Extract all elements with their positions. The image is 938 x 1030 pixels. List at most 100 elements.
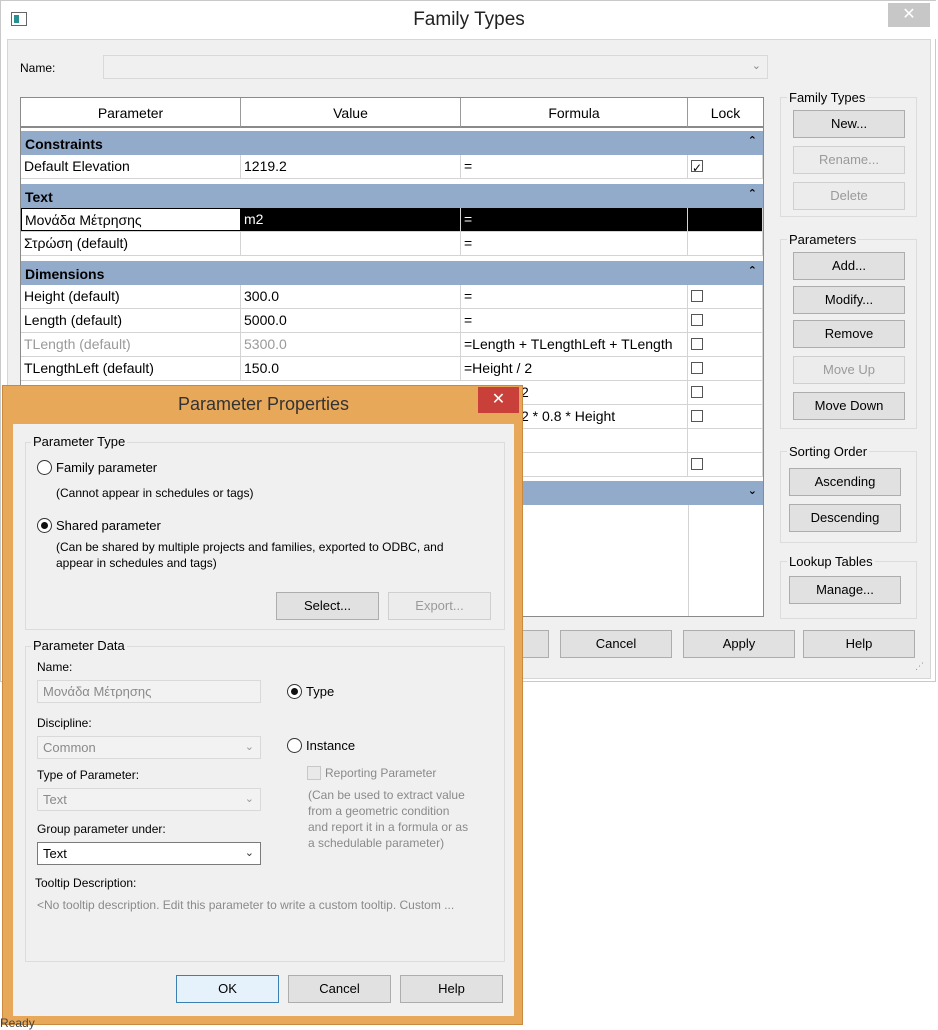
group-name: Constraints xyxy=(25,136,103,152)
group-header-constraints[interactable]: Constraints ⌃ xyxy=(21,131,763,155)
table-row[interactable]: TLength (default) 5300.0 =Length + TLeng… xyxy=(21,333,763,357)
formula-cell[interactable]: =Length + TLengthLeft + TLength xyxy=(461,333,688,356)
instance-label[interactable]: Instance xyxy=(306,738,355,753)
type-name-dropdown[interactable]: ⌄ xyxy=(103,55,768,79)
help-button[interactable]: Help xyxy=(400,975,503,1003)
column-header-parameter[interactable]: Parameter xyxy=(21,98,241,128)
formula-cell[interactable]: = xyxy=(461,309,688,332)
tooltip-description[interactable]: <No tooltip description. Edit this param… xyxy=(37,898,493,912)
table-row[interactable]: Default Elevation 1219.2 = xyxy=(21,155,763,179)
tooltip-label: Tooltip Description: xyxy=(35,876,137,890)
instance-radio[interactable] xyxy=(287,738,302,753)
discipline-dropdown[interactable]: Common ⌄ xyxy=(37,736,261,759)
lock-cell[interactable] xyxy=(688,453,763,476)
lock-cell[interactable] xyxy=(688,309,763,332)
column-header-value[interactable]: Value xyxy=(241,98,461,128)
ok-button-partial[interactable] xyxy=(521,630,549,658)
formula-cell[interactable]: =Height / 2 xyxy=(461,357,688,380)
lock-cell[interactable] xyxy=(688,285,763,308)
lock-checkbox[interactable] xyxy=(691,386,703,398)
shared-parameter-note-1: (Can be shared by multiple projects and … xyxy=(56,540,444,554)
lock-checkbox[interactable] xyxy=(691,157,703,178)
resize-grip-icon[interactable]: ⋰ xyxy=(915,661,924,672)
ascending-button[interactable]: Ascending xyxy=(789,468,901,496)
close-button[interactable]: ✕ xyxy=(888,3,930,27)
group-under-value: Text xyxy=(43,846,67,861)
lock-checkbox[interactable] xyxy=(691,290,703,302)
descending-button[interactable]: Descending xyxy=(789,504,901,532)
cancel-button[interactable]: Cancel xyxy=(560,630,672,658)
cancel-button[interactable]: Cancel xyxy=(288,975,391,1003)
parameter-name-field[interactable]: Μονάδα Μέτρησης xyxy=(37,680,261,703)
move-down-button[interactable]: Move Down xyxy=(793,392,905,420)
column-header-lock[interactable]: Lock xyxy=(688,98,763,128)
parameter-cell[interactable]: Στρώση (default) xyxy=(21,232,241,255)
column-header-formula[interactable]: Formula xyxy=(461,98,688,128)
group-header-dimensions[interactable]: Dimensions ⌃ xyxy=(21,261,763,285)
remove-parameter-button[interactable]: Remove xyxy=(793,320,905,348)
lock-cell[interactable] xyxy=(688,381,763,404)
lock-checkbox[interactable] xyxy=(691,338,703,350)
collapse-icon[interactable]: ⌃ xyxy=(748,128,757,154)
shared-parameter-label[interactable]: Shared parameter xyxy=(56,518,161,533)
parameter-cell[interactable]: Length (default) xyxy=(21,309,241,332)
lock-checkbox[interactable] xyxy=(691,410,703,422)
manage-lookup-button[interactable]: Manage... xyxy=(789,576,901,604)
formula-cell[interactable]: = xyxy=(461,285,688,308)
dialog-close-button[interactable]: ✕ xyxy=(478,387,519,413)
lock-cell[interactable] xyxy=(688,155,763,178)
apply-button[interactable]: Apply xyxy=(683,630,795,658)
value-cell[interactable]: 1219.2 xyxy=(241,155,461,178)
formula-cell[interactable]: = xyxy=(461,232,688,255)
type-of-parameter-dropdown[interactable]: Text ⌄ xyxy=(37,788,261,811)
lock-cell[interactable] xyxy=(688,333,763,356)
select-button[interactable]: Select... xyxy=(276,592,379,620)
value-cell[interactable]: 5300.0 xyxy=(241,333,461,356)
formula-cell[interactable]: = xyxy=(461,155,688,178)
dialog-body: Parameter Type Family parameter (Cannot … xyxy=(13,424,514,1016)
lock-checkbox[interactable] xyxy=(691,362,703,374)
lock-cell xyxy=(688,232,763,255)
help-button[interactable]: Help xyxy=(803,630,915,658)
shared-parameter-radio[interactable] xyxy=(37,518,52,533)
add-parameter-button[interactable]: Add... xyxy=(793,252,905,280)
collapse-icon[interactable]: ⌃ xyxy=(748,181,757,207)
value-cell[interactable] xyxy=(241,232,461,255)
parameter-cell[interactable]: TLength (default) xyxy=(21,333,241,356)
group-header-text[interactable]: Text ⌃ xyxy=(21,184,763,208)
parameter-cell[interactable]: Height (default) xyxy=(21,285,241,308)
value-cell[interactable]: m2 xyxy=(241,208,461,231)
family-parameter-radio[interactable] xyxy=(37,460,52,475)
lock-checkbox[interactable] xyxy=(691,314,703,326)
type-label[interactable]: Type xyxy=(306,684,334,699)
table-row[interactable]: TLengthLeft (default) 150.0 =Height / 2 xyxy=(21,357,763,381)
value-cell[interactable]: 5000.0 xyxy=(241,309,461,332)
table-row-selected[interactable]: Μονάδα Μέτρησης m2 = xyxy=(21,208,763,232)
delete-type-button[interactable]: Delete xyxy=(793,182,905,210)
expand-icon[interactable]: ⌄ xyxy=(748,478,757,504)
formula-cell[interactable]: = xyxy=(461,208,688,231)
type-radio[interactable] xyxy=(287,684,302,699)
discipline-label: Discipline: xyxy=(37,716,92,730)
parameter-cell[interactable]: Default Elevation xyxy=(21,155,241,178)
export-button[interactable]: Export... xyxy=(388,592,491,620)
family-parameter-label[interactable]: Family parameter xyxy=(56,460,157,475)
table-row[interactable]: Στρώση (default) = xyxy=(21,232,763,256)
parameter-cell[interactable]: TLengthLeft (default) xyxy=(21,357,241,380)
rename-type-button[interactable]: Rename... xyxy=(793,146,905,174)
new-type-button[interactable]: New... xyxy=(793,110,905,138)
value-cell[interactable]: 300.0 xyxy=(241,285,461,308)
table-row[interactable]: Length (default) 5000.0 = xyxy=(21,309,763,333)
table-row[interactable]: Height (default) 300.0 = xyxy=(21,285,763,309)
lock-cell[interactable] xyxy=(688,357,763,380)
reporting-parameter-checkbox[interactable] xyxy=(307,766,321,780)
value-cell[interactable]: 150.0 xyxy=(241,357,461,380)
lock-checkbox[interactable] xyxy=(691,458,703,470)
parameter-cell[interactable]: Μονάδα Μέτρησης xyxy=(21,208,241,231)
lock-cell[interactable] xyxy=(688,405,763,428)
move-up-button[interactable]: Move Up xyxy=(793,356,905,384)
group-under-dropdown[interactable]: Text ⌄ xyxy=(37,842,261,865)
collapse-icon[interactable]: ⌃ xyxy=(748,258,757,284)
ok-button[interactable]: OK xyxy=(176,975,279,1003)
modify-parameter-button[interactable]: Modify... xyxy=(793,286,905,314)
